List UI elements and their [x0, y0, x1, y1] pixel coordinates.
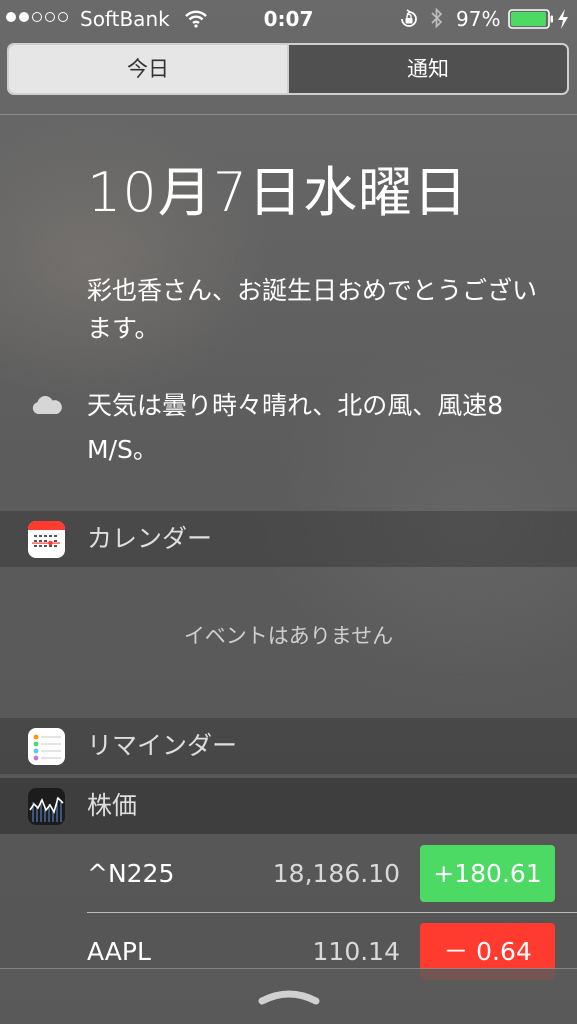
charging-icon	[556, 8, 570, 35]
today-date: 10月7日水曜日	[87, 161, 469, 224]
view-segmented-control: 今日 通知	[7, 43, 569, 95]
calendar-section-header[interactable]: カレンダー	[0, 511, 577, 567]
grabber-handle-icon[interactable]	[256, 985, 322, 1011]
birthday-message: 彩也香さん、お誕生日おめでとうございます。	[87, 276, 538, 343]
orientation-lock-icon	[398, 8, 420, 35]
reminders-section-title: リマインダー	[87, 731, 238, 760]
reminders-app-icon	[28, 728, 65, 765]
cloud-icon	[30, 394, 64, 420]
stock-symbol: ^N225	[87, 859, 175, 888]
tab-today[interactable]: 今日	[9, 45, 287, 93]
bluetooth-icon	[430, 7, 444, 34]
battery-percentage: 97%	[456, 7, 501, 31]
stock-change-button[interactable]: +180.61	[420, 845, 555, 902]
weather-text: 天気は曇り時々晴れ、北の風、風速8 M/S。	[87, 391, 504, 464]
no-events-message: イベントはありません	[183, 624, 394, 648]
stock-price: 18,186.10	[272, 859, 400, 888]
stock-row[interactable]: ^N225 18,186.10 +180.61	[0, 835, 577, 913]
header-divider	[0, 114, 577, 115]
stocks-section-header[interactable]: 株価	[0, 778, 577, 834]
reminders-section-header[interactable]: リマインダー	[0, 718, 577, 774]
close-handle-bar[interactable]	[0, 968, 577, 1024]
stocks-section-title: 株価	[87, 791, 138, 820]
stocks-app-icon	[28, 788, 65, 825]
tab-notifications[interactable]: 通知	[287, 45, 567, 93]
battery-icon	[508, 9, 554, 34]
calendar-section-title: カレンダー	[87, 524, 213, 553]
status-bar: SoftBank 0:07 97%	[0, 0, 577, 38]
calendar-app-icon	[28, 521, 65, 558]
